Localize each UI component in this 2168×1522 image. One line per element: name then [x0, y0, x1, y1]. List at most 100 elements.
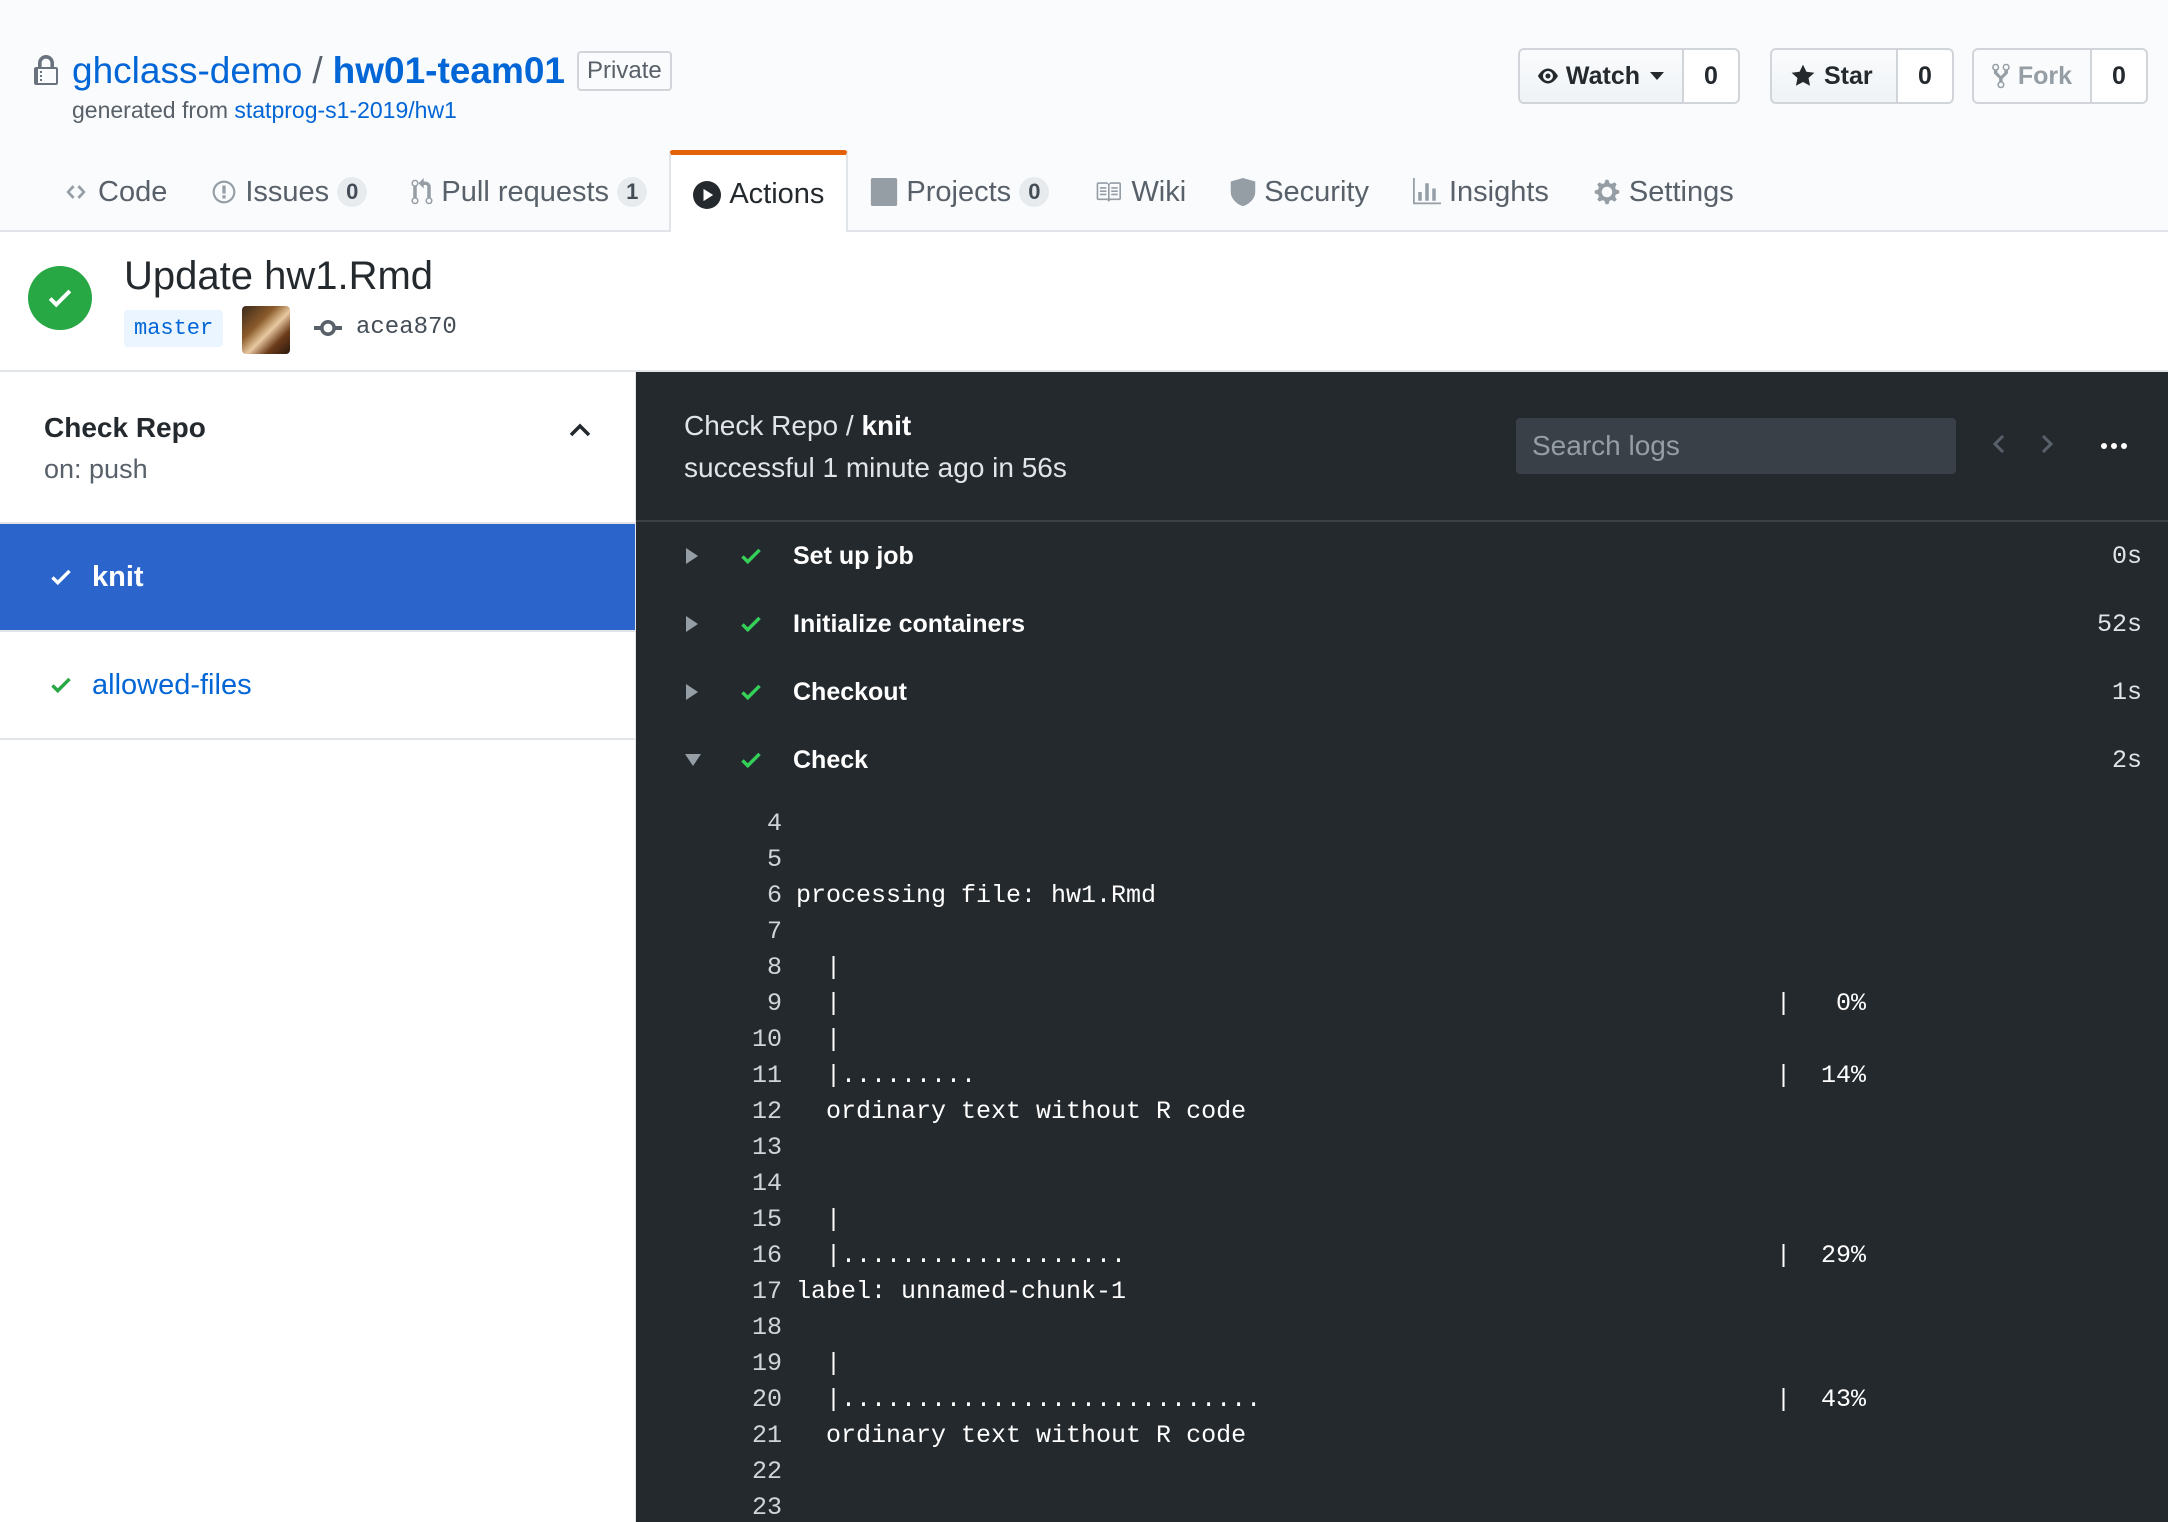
template-repo-link[interactable]: statprog-s1-2019/hw1 [234, 97, 456, 123]
line-number[interactable]: 4 [767, 806, 782, 842]
line-number[interactable]: 10 [752, 1022, 782, 1058]
tab-issues[interactable]: Issues 0 [189, 152, 389, 232]
tab-code[interactable]: Code [40, 152, 189, 232]
workflow-name: Check Repo [44, 412, 206, 443]
watch-button[interactable]: Watch [1518, 48, 1684, 104]
line-number[interactable]: 14 [752, 1166, 782, 1202]
log-line-text: | [796, 1205, 842, 1234]
gear-icon [1594, 179, 1620, 205]
tab-settings[interactable]: Settings [1571, 152, 1756, 232]
watch-count[interactable]: 0 [1684, 48, 1740, 104]
step-row[interactable]: Check 2s [636, 726, 2168, 794]
line-number[interactable]: 16 [752, 1238, 782, 1274]
star-group: Star 0 [1770, 48, 1954, 104]
check-icon [741, 548, 761, 565]
line-number[interactable]: 23 [752, 1490, 782, 1522]
line-number[interactable]: 18 [752, 1310, 782, 1346]
tab-pull-requests-label: Pull requests [441, 175, 610, 208]
log-panel: Check Repo / knit successful 1 minute ag… [636, 372, 2168, 1522]
repo-owner-link[interactable]: ghclass-demo [72, 50, 302, 92]
line-number[interactable]: 11 [752, 1058, 782, 1094]
generated-from-label: generated from [72, 97, 228, 123]
triangle-right-icon[interactable] [684, 615, 700, 633]
log-line: 8 | [636, 950, 2168, 986]
chevron-up-icon[interactable] [569, 422, 591, 438]
tab-code-label: Code [98, 175, 168, 208]
fork-count[interactable]: 0 [2092, 48, 2148, 104]
line-number[interactable]: 21 [752, 1418, 782, 1454]
workflow-sidebar: Check Repo on: push knit allowed-files [0, 372, 636, 1522]
repo-name-link[interactable]: hw01-team01 [333, 50, 565, 92]
triangle-down-icon[interactable] [684, 752, 702, 768]
fork-button[interactable]: Fork [1972, 48, 2092, 104]
log-job-name: knit [861, 410, 912, 441]
job-knit[interactable]: knit [0, 524, 635, 632]
lock-icon [34, 55, 58, 85]
search-logs-input[interactable]: Search logs [1516, 418, 1956, 474]
line-number[interactable]: 20 [752, 1382, 782, 1418]
log-header: Check Repo / knit successful 1 minute ag… [636, 372, 2168, 522]
line-number[interactable]: 19 [752, 1346, 782, 1382]
line-number[interactable]: 13 [752, 1130, 782, 1166]
line-number[interactable]: 17 [752, 1274, 782, 1310]
line-number[interactable]: 6 [767, 878, 782, 914]
kebab-horizontal-icon[interactable] [2100, 436, 2128, 456]
pull-requests-count: 1 [617, 177, 648, 207]
code-icon [66, 185, 86, 199]
log-line: 18 [636, 1310, 2168, 1346]
tab-insights[interactable]: Insights [1391, 152, 1571, 232]
line-number[interactable]: 22 [752, 1454, 782, 1490]
triangle-right-icon[interactable] [684, 683, 700, 701]
line-number[interactable]: 5 [767, 842, 782, 878]
step-row[interactable]: Initialize containers 52s [636, 590, 2168, 658]
line-number[interactable]: 12 [752, 1094, 782, 1130]
repo-nav: Code Issues 0 Pull requests 1 Actions Pr… [40, 150, 1756, 234]
branch-label[interactable]: master [124, 310, 224, 347]
line-number[interactable]: 9 [767, 986, 782, 1022]
step-name: Set up job [793, 541, 914, 570]
chevron-right-icon[interactable] [2038, 432, 2056, 456]
log-line: 19 | [636, 1346, 2168, 1382]
step-row[interactable]: Checkout 1s [636, 658, 2168, 726]
log-title: Check Repo / knit [684, 410, 911, 442]
star-button[interactable]: Star [1770, 48, 1898, 104]
step-name: Initialize containers [793, 609, 1026, 638]
log-line: 7 [636, 914, 2168, 950]
log-line-text: | [796, 989, 842, 1018]
project-icon [871, 178, 898, 206]
issue-icon [212, 180, 236, 204]
step-row[interactable]: Set up job 0s [636, 522, 2168, 590]
log-workflow-name: Check Repo [684, 410, 839, 441]
workflow-header[interactable]: Check Repo on: push [0, 372, 635, 524]
line-number[interactable]: 15 [752, 1202, 782, 1238]
tab-pull-requests[interactable]: Pull requests 1 [389, 152, 669, 232]
log-line-text: | [796, 1025, 842, 1054]
line-number[interactable]: 8 [767, 950, 782, 986]
tab-settings-label: Settings [1628, 175, 1734, 208]
private-badge: Private [577, 51, 672, 91]
generated-from: generated from statprog-s1-2019/hw1 [72, 97, 457, 124]
star-label: Star [1824, 61, 1873, 90]
star-icon [1791, 64, 1815, 86]
line-number[interactable]: 7 [767, 914, 782, 950]
tab-wiki[interactable]: Wiki [1071, 152, 1208, 232]
eye-icon [1538, 68, 1558, 84]
check-icon [48, 289, 72, 308]
job-allowed-files[interactable]: allowed-files [0, 632, 635, 740]
watch-group: Watch 0 [1518, 48, 1740, 104]
check-icon [741, 684, 761, 701]
log-line-text: processing file: hw1.Rmd [796, 881, 1157, 910]
log-line: 22 [636, 1454, 2168, 1490]
star-count[interactable]: 0 [1898, 48, 1954, 104]
tab-actions[interactable]: Actions [669, 150, 849, 234]
tab-security[interactable]: Security [1208, 152, 1391, 232]
step-duration: 52s [2096, 609, 2142, 639]
tab-projects[interactable]: Projects 0 [848, 152, 1071, 232]
avatar[interactable] [242, 306, 290, 354]
graph-icon [1412, 178, 1441, 205]
triangle-right-icon[interactable] [684, 547, 700, 565]
pull-request-icon [411, 178, 433, 205]
commit-sha-link[interactable]: acea870 [356, 314, 457, 341]
chevron-left-icon[interactable] [1990, 432, 2008, 456]
log-line: 11 |......... | 14% [636, 1058, 2168, 1094]
